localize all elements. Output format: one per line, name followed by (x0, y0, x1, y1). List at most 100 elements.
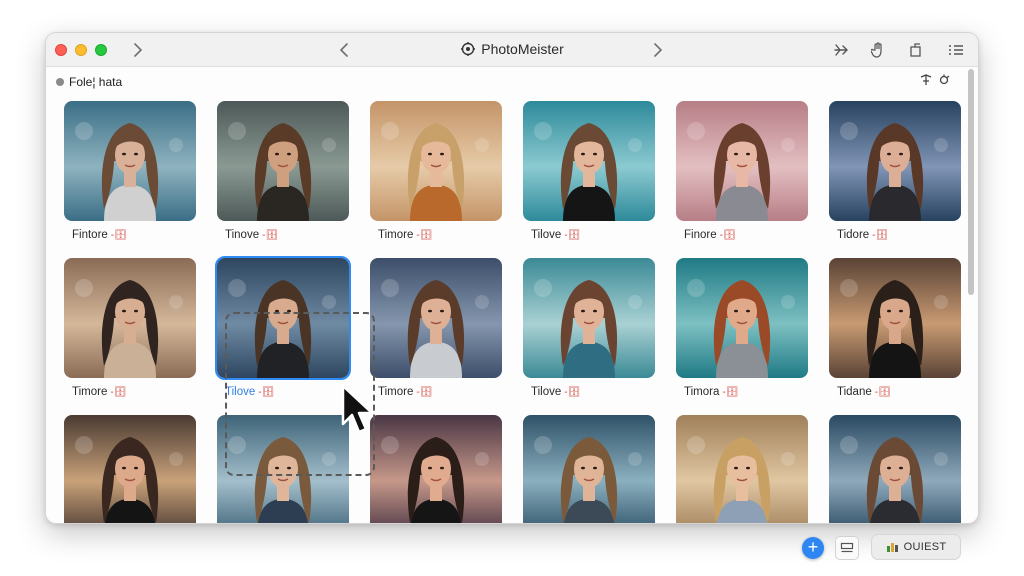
photo-tile[interactable]: Timore -🗄 (370, 101, 502, 241)
photo-thumbnail[interactable] (523, 258, 655, 378)
photo-tag-icon: -🗄 (874, 386, 891, 398)
folder-breadcrumb: Fole¦ hata (56, 75, 122, 89)
portrait-image (217, 101, 349, 221)
photo-thumbnail[interactable] (829, 415, 961, 523)
photo-tag-icon: -🗄 (110, 386, 127, 398)
app-window: PhotoMeister Fole¦ hata Fintore -🗄 Tinove -… (45, 32, 979, 524)
portrait-image (676, 415, 808, 523)
photo-thumbnail[interactable] (217, 415, 349, 523)
layout-toggle-button[interactable] (835, 536, 859, 560)
photo-name: Tilove (531, 229, 562, 241)
app-logo-icon (461, 42, 476, 56)
photo-caption: Timore -🗄 (370, 229, 502, 241)
photo-name: Tinove (225, 229, 260, 241)
quest-button[interactable]: OUIEST (871, 534, 961, 560)
hand-icon[interactable] (866, 39, 890, 61)
photo-tile[interactable] (676, 415, 808, 523)
photo-thumbnail[interactable] (523, 101, 655, 221)
portrait-image (676, 101, 808, 221)
photo-thumbnail[interactable] (64, 101, 196, 221)
photo-name: Tilove (531, 386, 562, 398)
photo-thumbnail[interactable] (829, 101, 961, 221)
photo-caption: Tilove -🗄 (523, 386, 655, 398)
photo-name: Tilove (225, 386, 256, 398)
layout-icon (840, 542, 854, 553)
photo-thumbnail[interactable] (676, 415, 808, 523)
portrait-image (217, 415, 349, 523)
photo-caption: Fintore -🗄 (64, 229, 196, 241)
photo-name: Fintore (72, 229, 108, 241)
photo-name: Timore (72, 386, 108, 398)
photo-thumbnail[interactable] (215, 256, 351, 380)
settings-icon[interactable] (938, 74, 950, 86)
photo-tile[interactable]: Fintore -🗄 (64, 101, 196, 241)
photo-thumbnail[interactable] (829, 258, 961, 378)
photo-tag-icon: -🗄 (872, 229, 889, 241)
photo-thumbnail[interactable] (676, 258, 808, 378)
sidebar-icon[interactable] (904, 39, 928, 61)
photo-thumbnail[interactable] (370, 101, 502, 221)
add-button[interactable]: + (802, 537, 824, 559)
list-icon[interactable] (944, 39, 968, 61)
portrait-image (64, 101, 196, 221)
photo-tag-icon: -🗄 (258, 386, 275, 398)
photo-tile[interactable] (523, 415, 655, 523)
photo-tile[interactable] (64, 415, 196, 523)
portrait-image (829, 101, 961, 221)
portrait-image (676, 258, 808, 378)
photo-caption: Tilove -🗄 (217, 386, 349, 398)
photo-thumbnail[interactable] (370, 415, 502, 523)
photo-tile[interactable]: Tilove -🗄 (523, 101, 655, 241)
photo-caption: Timore -🗄 (64, 386, 196, 398)
portrait-image (370, 101, 502, 221)
photo-tile[interactable]: Timora -🗄 (676, 258, 808, 398)
photo-name: Tidane (837, 386, 872, 398)
photo-tag-icon: -🗄 (564, 229, 581, 241)
photo-tag-icon: -🗄 (416, 229, 433, 241)
photo-tile[interactable] (217, 415, 349, 523)
photo-thumbnail[interactable] (523, 415, 655, 523)
photo-name: Finore (684, 229, 717, 241)
photo-tile[interactable] (370, 415, 502, 523)
photo-caption: Timora -🗄 (676, 386, 808, 398)
photo-tile[interactable]: Timore -🗄 (64, 258, 196, 398)
photo-thumbnail[interactable] (370, 258, 502, 378)
photo-tile[interactable]: Tilove -🗄 (215, 256, 351, 398)
photo-tag-icon: -🗄 (262, 229, 279, 241)
photo-tag-icon: -🗄 (722, 386, 739, 398)
mouse-pointer-icon (341, 384, 374, 434)
photo-caption: Timore -🗄 (370, 386, 502, 398)
photo-caption: Tilove -🗄 (523, 229, 655, 241)
photo-tag-icon: -🗄 (564, 386, 581, 398)
photo-tag-icon: -🗄 (110, 229, 127, 241)
photo-thumbnail[interactable] (64, 415, 196, 523)
vertical-scrollbar[interactable] (968, 69, 974, 521)
share-arrow-icon[interactable] (830, 39, 854, 61)
portrait-image (523, 101, 655, 221)
quest-label: OUIEST (903, 541, 947, 553)
portrait-image (64, 258, 196, 378)
photo-tile[interactable] (829, 415, 961, 523)
photo-tag-icon: -🗄 (719, 229, 736, 241)
portrait-image (370, 415, 502, 523)
view-options (920, 74, 950, 86)
photo-tile[interactable]: Tidore -🗄 (829, 101, 961, 241)
folder-label: Fole¦ hata (69, 75, 123, 89)
next-chevron-icon[interactable] (646, 39, 670, 61)
portrait-image (523, 258, 655, 378)
photo-caption: Tidore -🗄 (829, 229, 961, 241)
photo-tile[interactable]: Finore -🗄 (676, 101, 808, 241)
photo-tile[interactable]: Tinove -🗄 (217, 101, 349, 241)
app-title: PhotoMeister (481, 41, 564, 57)
photo-tile[interactable]: Tilove -🗄 (523, 258, 655, 398)
photo-thumbnail[interactable] (676, 101, 808, 221)
title-bar: PhotoMeister (46, 33, 978, 67)
portrait-image (217, 258, 349, 378)
photo-thumbnail[interactable] (217, 101, 349, 221)
filter-icon[interactable] (920, 74, 932, 86)
photo-thumbnail[interactable] (64, 258, 196, 378)
scroll-thumb[interactable] (968, 69, 974, 295)
photo-tile[interactable]: Timore -🗄 (370, 258, 502, 398)
photo-tile[interactable]: Tidane -🗄 (829, 258, 961, 398)
portrait-image (64, 415, 196, 523)
